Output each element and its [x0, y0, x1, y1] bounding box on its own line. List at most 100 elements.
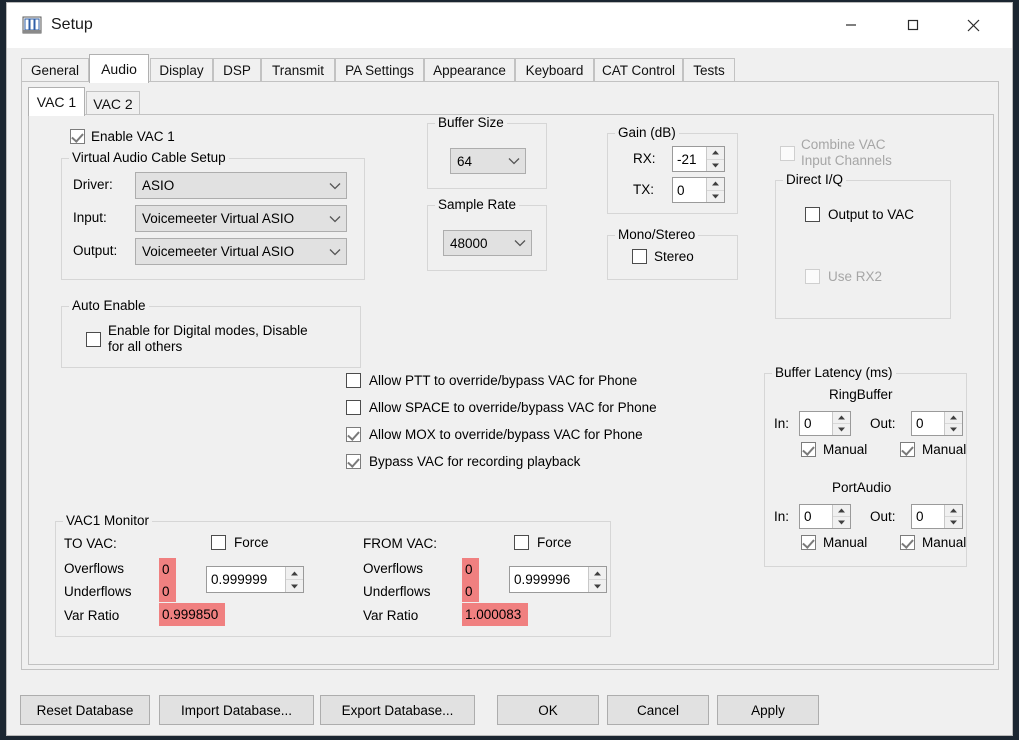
ok-button[interactable]: OK: [497, 695, 599, 725]
from-vac-force-checkbox[interactable]: [514, 535, 529, 550]
portaudio-out-manual-checkbox[interactable]: [900, 535, 915, 550]
spinner-up-icon[interactable]: [589, 567, 606, 580]
gain-rx-spinner[interactable]: -21: [672, 146, 725, 172]
maximize-button[interactable]: [890, 3, 936, 47]
spinner-up-icon[interactable]: [833, 505, 850, 517]
to-vac-ratio-spinner[interactable]: 0.999999: [206, 566, 304, 593]
tab-audio[interactable]: Audio: [89, 54, 149, 83]
tab-keyboard[interactable]: Keyboard: [515, 58, 594, 82]
export-database-button[interactable]: Export Database...: [320, 695, 475, 725]
allow-ptt-override-checkbox[interactable]: [346, 373, 361, 388]
output-to-vac-checkbox[interactable]: [805, 207, 820, 222]
combine-vac-label-line1: Combine VAC: [801, 137, 886, 153]
spinner-down-icon[interactable]: [707, 191, 724, 203]
spinner-up-icon[interactable]: [286, 567, 303, 580]
gain-tx-label: TX:: [633, 182, 654, 198]
to-vac-ratio-value: 0.999999: [207, 567, 285, 592]
sample-rate-combo[interactable]: 48000: [443, 230, 532, 256]
to-vac-force-checkbox[interactable]: [211, 535, 226, 550]
buffer-size-title: Buffer Size: [435, 115, 507, 130]
tab-general-label: General: [31, 63, 79, 78]
sample-rate-group: Sample Rate 48000: [427, 205, 547, 271]
tab-dsp[interactable]: DSP: [213, 58, 261, 82]
tab-tests[interactable]: Tests: [683, 58, 735, 82]
subtab-vac2-label: VAC 2: [93, 96, 132, 112]
tab-display[interactable]: Display: [150, 58, 213, 82]
output-to-vac-label: Output to VAC: [828, 207, 914, 223]
tab-pa-settings[interactable]: PA Settings: [335, 58, 424, 82]
combine-vac-input-channels-checkbox: [780, 146, 795, 161]
ringbuffer-in-spinner[interactable]: 0: [799, 411, 851, 436]
gain-tx-spinner-buttons: [706, 178, 724, 202]
output-combo[interactable]: Voicemeeter Virtual ASIO: [135, 238, 347, 265]
spinner-up-icon[interactable]: [945, 412, 962, 424]
spinner-up-icon[interactable]: [945, 505, 962, 517]
portaudio-out-spinner[interactable]: 0: [911, 504, 963, 529]
tab-general[interactable]: General: [21, 58, 89, 82]
allow-ptt-override-label: Allow PTT to override/bypass VAC for Pho…: [369, 373, 637, 389]
bypass-vac-recording-playback-checkbox[interactable]: [346, 454, 361, 469]
tab-appearance-label: Appearance: [433, 63, 506, 78]
subtab-vac1[interactable]: VAC 1: [28, 87, 85, 116]
reset-database-button[interactable]: Reset Database: [20, 695, 150, 725]
chevron-down-icon: [509, 239, 531, 247]
spinner-down-icon[interactable]: [286, 580, 303, 592]
from-vac-underflows-value: 0: [462, 580, 479, 602]
spinner-down-icon[interactable]: [945, 424, 962, 435]
tab-appearance[interactable]: Appearance: [424, 58, 515, 82]
setup-window: Setup General Audio Display DSP Transmit…: [6, 2, 1013, 736]
ringbuffer-in-spinner-buttons: [832, 412, 850, 435]
minimize-button[interactable]: [828, 3, 874, 47]
portaudio-in-manual-checkbox[interactable]: [801, 535, 816, 550]
portaudio-out-spinner-buttons: [944, 505, 962, 528]
use-rx2-checkbox: [805, 269, 820, 284]
to-vac-overflows-label: Overflows: [64, 561, 124, 577]
auto-enable-digital-checkbox[interactable]: [86, 332, 101, 347]
from-vac-overflows-value: 0: [462, 558, 479, 580]
auto-enable-label-line2: for all others: [108, 339, 182, 355]
gain-tx-spinner[interactable]: 0: [672, 177, 725, 203]
spinner-down-icon[interactable]: [707, 160, 724, 172]
buffer-size-combo[interactable]: 64: [450, 148, 526, 174]
spinner-down-icon[interactable]: [945, 517, 962, 528]
allow-space-override-checkbox[interactable]: [346, 400, 361, 415]
portaudio-in-value: 0: [800, 505, 832, 528]
from-vac-ratio-spinner-buttons: [588, 567, 606, 592]
allow-mox-override-label: Allow MOX to override/bypass VAC for Pho…: [369, 427, 643, 443]
ringbuffer-in-manual-checkbox[interactable]: [801, 442, 816, 457]
bypass-vac-recording-playback-label: Bypass VAC for recording playback: [369, 454, 580, 470]
from-vac-overflows-label: Overflows: [363, 561, 423, 577]
apply-button[interactable]: Apply: [717, 695, 819, 725]
direct-iq-title: Direct I/Q: [783, 172, 846, 187]
close-button[interactable]: [950, 3, 996, 47]
subtab-vac2[interactable]: VAC 2: [86, 91, 140, 115]
from-vac-ratio-value: 0.999996: [510, 567, 588, 592]
vac1-monitor-title: VAC1 Monitor: [63, 513, 152, 528]
spinner-down-icon[interactable]: [833, 424, 850, 435]
spinner-up-icon[interactable]: [707, 178, 724, 191]
to-vac-underflows-value: 0: [159, 580, 176, 602]
spinner-up-icon[interactable]: [707, 147, 724, 160]
tab-cat-control[interactable]: CAT Control: [594, 58, 683, 82]
stereo-checkbox[interactable]: [632, 249, 647, 264]
driver-combo[interactable]: ASIO: [135, 172, 347, 199]
import-database-button[interactable]: Import Database...: [159, 695, 314, 725]
ringbuffer-out-spinner[interactable]: 0: [911, 411, 963, 436]
portaudio-in-spinner[interactable]: 0: [799, 504, 851, 529]
input-combo[interactable]: Voicemeeter Virtual ASIO: [135, 205, 347, 232]
spinner-up-icon[interactable]: [833, 412, 850, 424]
from-vac-var-ratio-label: Var Ratio: [363, 608, 418, 624]
tab-display-label: Display: [159, 63, 203, 78]
cancel-button[interactable]: Cancel: [607, 695, 709, 725]
spinner-down-icon[interactable]: [833, 517, 850, 528]
spinner-down-icon[interactable]: [589, 580, 606, 592]
allow-mox-override-checkbox[interactable]: [346, 427, 361, 442]
import-database-label: Import Database...: [181, 703, 292, 718]
from-vac-force-label: Force: [537, 535, 572, 551]
from-vac-ratio-spinner[interactable]: 0.999996: [509, 566, 607, 593]
tab-transmit[interactable]: Transmit: [261, 58, 335, 82]
enable-vac1-checkbox[interactable]: [70, 129, 85, 144]
apply-label: Apply: [751, 703, 785, 718]
ringbuffer-out-manual-checkbox[interactable]: [900, 442, 915, 457]
tab-pa-settings-label: PA Settings: [345, 63, 414, 78]
